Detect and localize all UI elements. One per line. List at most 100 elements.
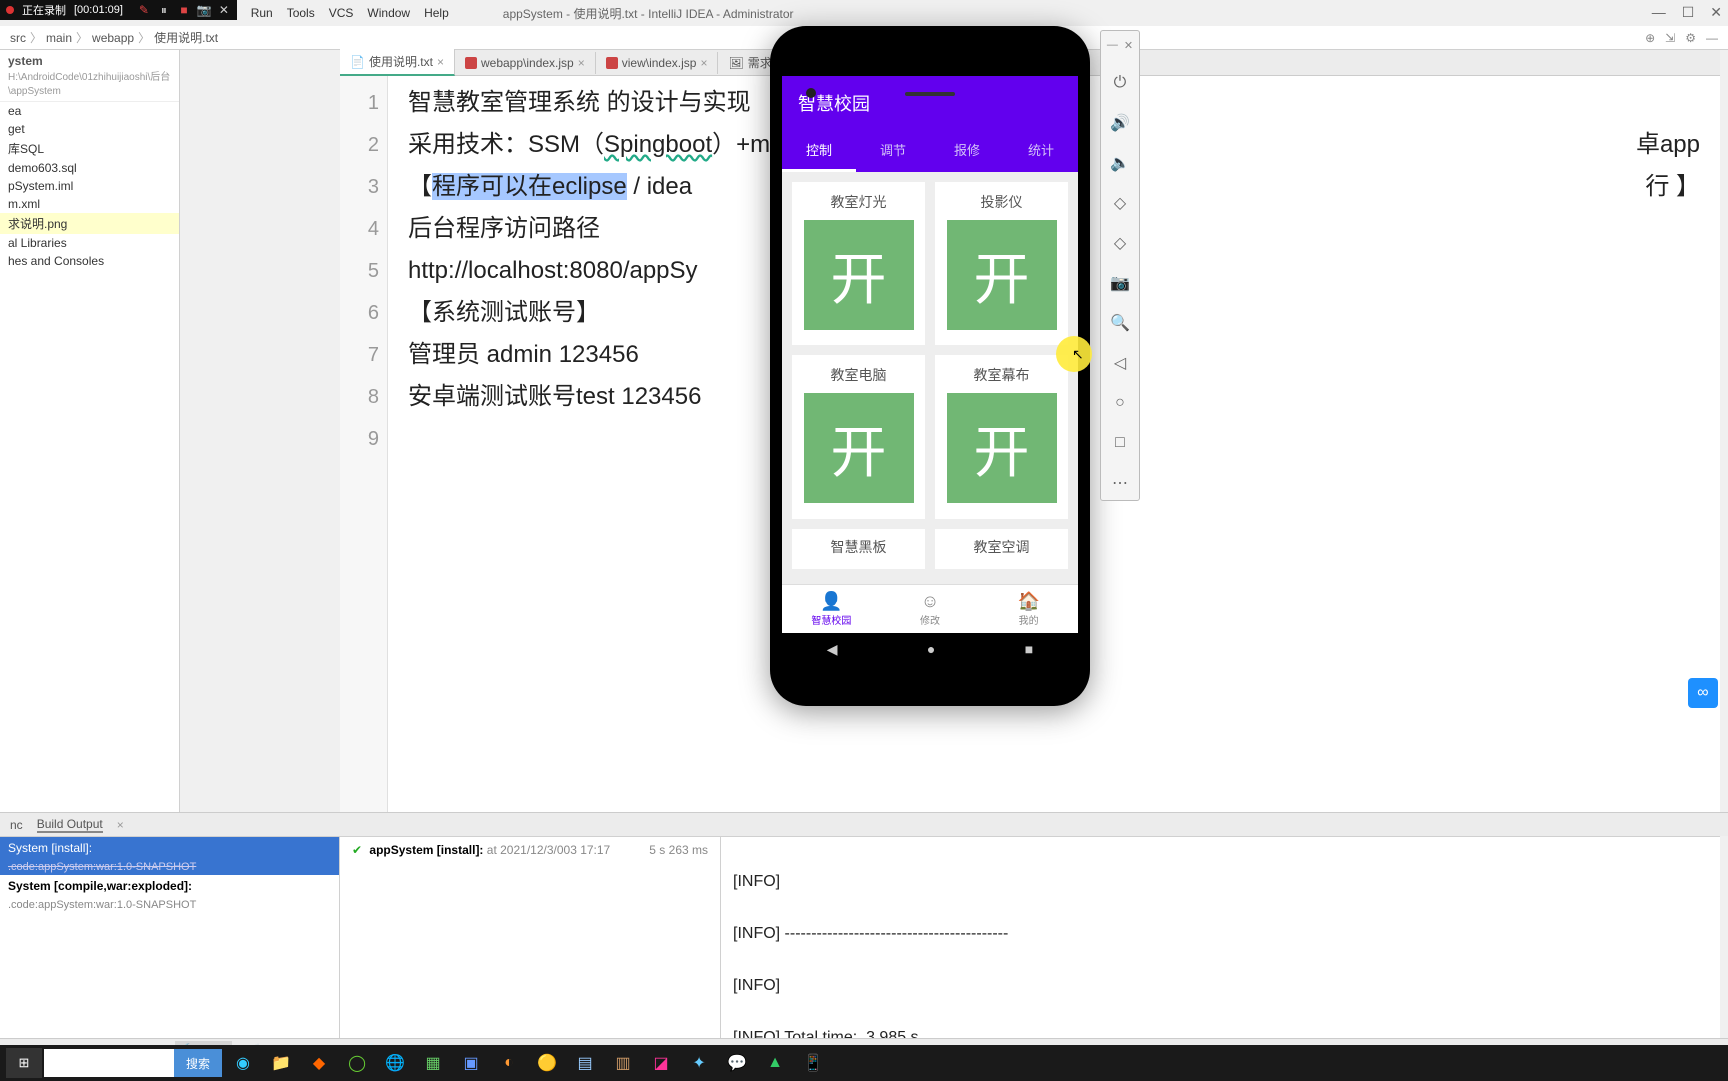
home-icon[interactable]: ○ bbox=[1109, 392, 1131, 414]
rec-stop-icon[interactable]: ■ bbox=[177, 3, 191, 17]
project-tree[interactable]: ea get 库SQL demo603.sql pSystem.iml m.xm… bbox=[0, 102, 179, 270]
nav-modify[interactable]: ☺修改 bbox=[881, 585, 980, 633]
tree-node-selected[interactable]: 求说明.png bbox=[0, 213, 179, 234]
recording-time: [00:01:09] bbox=[74, 4, 123, 16]
recording-label: 正在录制 bbox=[22, 2, 66, 18]
tree-node[interactable]: hes and Consoles bbox=[0, 252, 179, 270]
record-dot-icon bbox=[6, 6, 14, 14]
tree-node[interactable]: 库SQL bbox=[0, 138, 179, 159]
app-tab-repair[interactable]: 报修 bbox=[930, 130, 1004, 172]
tab-close-icon[interactable]: × bbox=[117, 818, 124, 832]
emulator-window-controls: — ✕ bbox=[1105, 37, 1135, 54]
tree-node[interactable]: m.xml bbox=[0, 195, 179, 213]
crumb-3[interactable]: 使用说明.txt bbox=[154, 29, 218, 46]
back-icon[interactable]: ◁ bbox=[1109, 352, 1131, 374]
build-tab-output[interactable]: Build Output bbox=[37, 817, 103, 833]
task-emulator-icon[interactable]: 📱 bbox=[796, 1048, 830, 1078]
person-icon: 👤 bbox=[782, 591, 881, 612]
task-wechat-icon[interactable]: 💬 bbox=[720, 1048, 754, 1078]
task-app2-icon[interactable]: ▦ bbox=[416, 1048, 450, 1078]
editor-tab-active[interactable]: 📄使用说明.txt× bbox=[340, 49, 455, 76]
menu-vcs[interactable]: VCS bbox=[329, 6, 354, 20]
android-recents-icon[interactable]: ■ bbox=[1025, 641, 1033, 658]
task-app5-icon[interactable]: ▤ bbox=[568, 1048, 602, 1078]
tree-node[interactable]: get bbox=[0, 120, 179, 138]
tree-node[interactable]: al Libraries bbox=[0, 234, 179, 252]
tree-node[interactable]: demo603.sql bbox=[0, 159, 179, 177]
app-tab-adjust[interactable]: 调节 bbox=[856, 130, 930, 172]
more-icon[interactable]: ⋯ bbox=[1109, 472, 1131, 494]
rec-pencil-icon[interactable]: ✎ bbox=[137, 3, 151, 17]
settings-icon[interactable]: ⚙ bbox=[1685, 31, 1696, 45]
minimize-icon[interactable]: — bbox=[1652, 4, 1666, 21]
collapse-icon[interactable]: ⇲ bbox=[1665, 31, 1675, 45]
search-button[interactable]: 搜索 bbox=[174, 1049, 222, 1077]
task-app3-icon[interactable]: ▣ bbox=[454, 1048, 488, 1078]
menu-run[interactable]: Run bbox=[251, 6, 273, 20]
power-icon[interactable]: ⏻ bbox=[1109, 72, 1131, 94]
rec-pause-icon[interactable]: ⏸ bbox=[157, 3, 171, 17]
card-pc[interactable]: 教室电脑开 bbox=[792, 355, 925, 518]
search-input[interactable] bbox=[44, 1049, 174, 1077]
overview-icon[interactable]: □ bbox=[1109, 432, 1131, 454]
crumb-0[interactable]: src bbox=[10, 31, 26, 45]
build-tree[interactable]: System [install]: .code:appSystem:war:1.… bbox=[0, 836, 340, 1040]
volume-down-icon[interactable]: 🔈 bbox=[1109, 152, 1131, 174]
build-item[interactable]: System [compile,war:exploded]: bbox=[0, 875, 339, 897]
start-button[interactable]: ⊞ bbox=[6, 1048, 42, 1078]
task-chrome-icon[interactable]: 🟡 bbox=[530, 1048, 564, 1078]
rotate-left-icon[interactable]: ◇ bbox=[1109, 192, 1131, 214]
android-back-icon[interactable]: ◀ bbox=[827, 641, 838, 658]
tree-node[interactable]: pSystem.iml bbox=[0, 177, 179, 195]
tree-node[interactable]: ea bbox=[0, 102, 179, 120]
card-screen[interactable]: 教室幕布开 bbox=[935, 355, 1068, 518]
task-app-icon[interactable]: ◆ bbox=[302, 1048, 336, 1078]
build-console[interactable]: [INFO] [INFO] --------------------------… bbox=[720, 836, 1720, 1040]
window-title: appSystem - 使用说明.txt - IntelliJ IDEA - A… bbox=[503, 5, 794, 22]
build-tab-sync[interactable]: nc bbox=[10, 818, 23, 832]
crumb-1[interactable]: main bbox=[46, 31, 72, 45]
card-projector[interactable]: 投影仪开 bbox=[935, 182, 1068, 345]
rotate-right-icon[interactable]: ◇ bbox=[1109, 232, 1131, 254]
menu-help[interactable]: Help bbox=[424, 6, 449, 20]
task-app6-icon[interactable]: ▥ bbox=[606, 1048, 640, 1078]
build-item-selected[interactable]: System [install]: bbox=[0, 837, 339, 859]
task-intellij-icon[interactable]: ◪ bbox=[644, 1048, 678, 1078]
task-app4-icon[interactable]: ◐ bbox=[492, 1048, 526, 1078]
emu-close-icon[interactable]: ✕ bbox=[1124, 39, 1133, 52]
android-home-icon[interactable]: ● bbox=[927, 641, 935, 658]
assist-badge-icon[interactable]: ∞ bbox=[1688, 678, 1718, 708]
nav-mine[interactable]: 🏠我的 bbox=[979, 585, 1078, 633]
close-icon[interactable]: ✕ bbox=[1710, 4, 1722, 21]
task-androidstudio-icon[interactable]: ▲ bbox=[758, 1048, 792, 1078]
editor-tab[interactable]: view\index.jsp× bbox=[596, 52, 719, 74]
task-360-icon[interactable]: ◯ bbox=[340, 1048, 374, 1078]
task-explorer-icon[interactable]: 📁 bbox=[264, 1048, 298, 1078]
zoom-icon[interactable]: 🔍 bbox=[1109, 312, 1131, 334]
card-ac[interactable]: 教室空调 bbox=[935, 529, 1068, 569]
screenshot-icon[interactable]: 📷 bbox=[1109, 272, 1131, 294]
app-tab-stats[interactable]: 统计 bbox=[1004, 130, 1078, 172]
hide-icon[interactable]: — bbox=[1706, 31, 1718, 45]
editor-tab[interactable]: webapp\index.jsp× bbox=[455, 52, 596, 74]
menu-window[interactable]: Window bbox=[367, 6, 410, 20]
crumb-2[interactable]: webapp bbox=[92, 31, 134, 45]
task-browser-icon[interactable]: 🌐 bbox=[378, 1048, 412, 1078]
taskbar-search[interactable]: 搜索 bbox=[44, 1049, 222, 1077]
home-icon: 🏠 bbox=[979, 591, 1078, 612]
volume-up-icon[interactable]: 🔊 bbox=[1109, 112, 1131, 134]
app-tab-control[interactable]: 控制 bbox=[782, 130, 856, 172]
locate-icon[interactable]: ⊕ bbox=[1645, 31, 1655, 45]
rec-camera-icon[interactable]: 📷 bbox=[197, 3, 211, 17]
emulator-screen[interactable]: 智慧校园 控制 调节 报修 统计 教室灯光开 投影仪开 教室电脑开 教室幕布开 … bbox=[782, 76, 1078, 666]
task-app7-icon[interactable]: ✦ bbox=[682, 1048, 716, 1078]
card-blackboard[interactable]: 智慧黑板 bbox=[792, 529, 925, 569]
task-edge-icon[interactable]: ◉ bbox=[226, 1048, 260, 1078]
card-light[interactable]: 教室灯光开 bbox=[792, 182, 925, 345]
menu-tools[interactable]: Tools bbox=[287, 6, 315, 20]
rec-close-icon[interactable]: ✕ bbox=[217, 3, 231, 17]
tab-close-icon[interactable]: × bbox=[437, 55, 444, 69]
nav-campus[interactable]: 👤智慧校园 bbox=[782, 585, 881, 633]
emu-minimize-icon[interactable]: — bbox=[1107, 39, 1118, 52]
maximize-icon[interactable]: ☐ bbox=[1682, 4, 1695, 21]
